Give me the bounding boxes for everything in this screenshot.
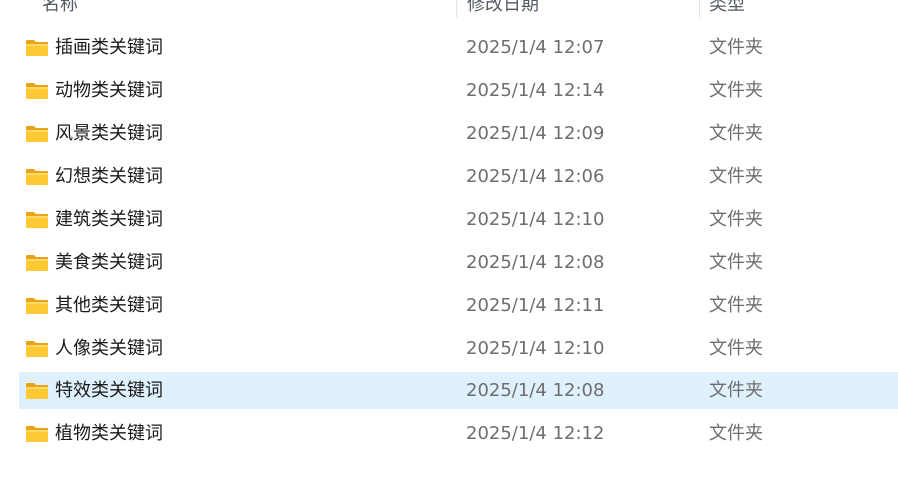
file-type: 文件夹: [709, 80, 763, 101]
file-type: 文件夹: [709, 166, 763, 187]
file-name: 动物类关键词: [55, 80, 163, 101]
folder-icon: [26, 40, 48, 56]
file-type: 文件夹: [709, 423, 763, 444]
file-date: 2025/1/4 12:14: [466, 80, 605, 101]
file-date: 2025/1/4 12:06: [466, 166, 605, 187]
file-type: 文件夹: [709, 338, 763, 359]
file-date: 2025/1/4 12:11: [466, 295, 605, 316]
file-name: 建筑类关键词: [55, 209, 163, 230]
file-name: 幻想类关键词: [55, 166, 163, 187]
file-type: 文件夹: [709, 123, 763, 144]
file-date: 2025/1/4 12:10: [466, 209, 605, 230]
table-row[interactable]: 其他类关键词 2025/1/4 12:11 文件夹: [19, 287, 898, 324]
table-row[interactable]: 幻想类关键词 2025/1/4 12:06 文件夹: [19, 158, 898, 195]
table-row[interactable]: 动物类关键词 2025/1/4 12:14 文件夹: [19, 72, 898, 109]
column-header-type[interactable]: 类型: [709, 0, 745, 16]
file-name: 植物类关键词: [55, 423, 163, 444]
file-name: 风景类关键词: [55, 123, 163, 144]
column-header: 名称 修改日期 类型: [0, 0, 898, 20]
file-type: 文件夹: [709, 380, 763, 401]
folder-icon: [26, 255, 48, 271]
file-name: 人像类关键词: [55, 338, 163, 359]
table-row[interactable]: 建筑类关键词 2025/1/4 12:10 文件夹: [19, 201, 898, 238]
table-row[interactable]: 美食类关键词 2025/1/4 12:08 文件夹: [19, 244, 898, 281]
folder-icon: [26, 426, 48, 442]
table-row-selected[interactable]: 特效类关键词 2025/1/4 12:08 文件夹: [19, 372, 898, 409]
file-date: 2025/1/4 12:09: [466, 123, 605, 144]
file-type: 文件夹: [709, 252, 763, 273]
folder-icon: [26, 212, 48, 228]
file-date: 2025/1/4 12:08: [466, 252, 605, 273]
folder-icon: [26, 169, 48, 185]
file-date: 2025/1/4 12:12: [466, 423, 605, 444]
file-date: 2025/1/4 12:10: [466, 338, 605, 359]
column-divider[interactable]: [699, 0, 700, 18]
table-row[interactable]: 植物类关键词 2025/1/4 12:12 文件夹: [19, 415, 898, 452]
table-row[interactable]: 插画类关键词 2025/1/4 12:07 文件夹: [19, 29, 898, 66]
file-type: 文件夹: [709, 37, 763, 58]
folder-icon: [26, 298, 48, 314]
folder-icon: [26, 83, 48, 99]
table-row[interactable]: 风景类关键词 2025/1/4 12:09 文件夹: [19, 115, 898, 152]
file-name: 插画类关键词: [55, 37, 163, 58]
folder-icon: [26, 126, 48, 142]
file-name: 特效类关键词: [55, 380, 163, 401]
table-row[interactable]: 人像类关键词 2025/1/4 12:10 文件夹: [19, 330, 898, 367]
column-header-name[interactable]: 名称: [42, 0, 78, 16]
column-divider[interactable]: [456, 0, 457, 18]
file-type: 文件夹: [709, 209, 763, 230]
column-header-date[interactable]: 修改日期: [467, 0, 539, 16]
file-name: 美食类关键词: [55, 252, 163, 273]
file-type: 文件夹: [709, 295, 763, 316]
file-name: 其他类关键词: [55, 295, 163, 316]
file-date: 2025/1/4 12:08: [466, 380, 605, 401]
folder-icon: [26, 341, 48, 357]
file-date: 2025/1/4 12:07: [466, 37, 605, 58]
folder-icon: [26, 383, 48, 399]
